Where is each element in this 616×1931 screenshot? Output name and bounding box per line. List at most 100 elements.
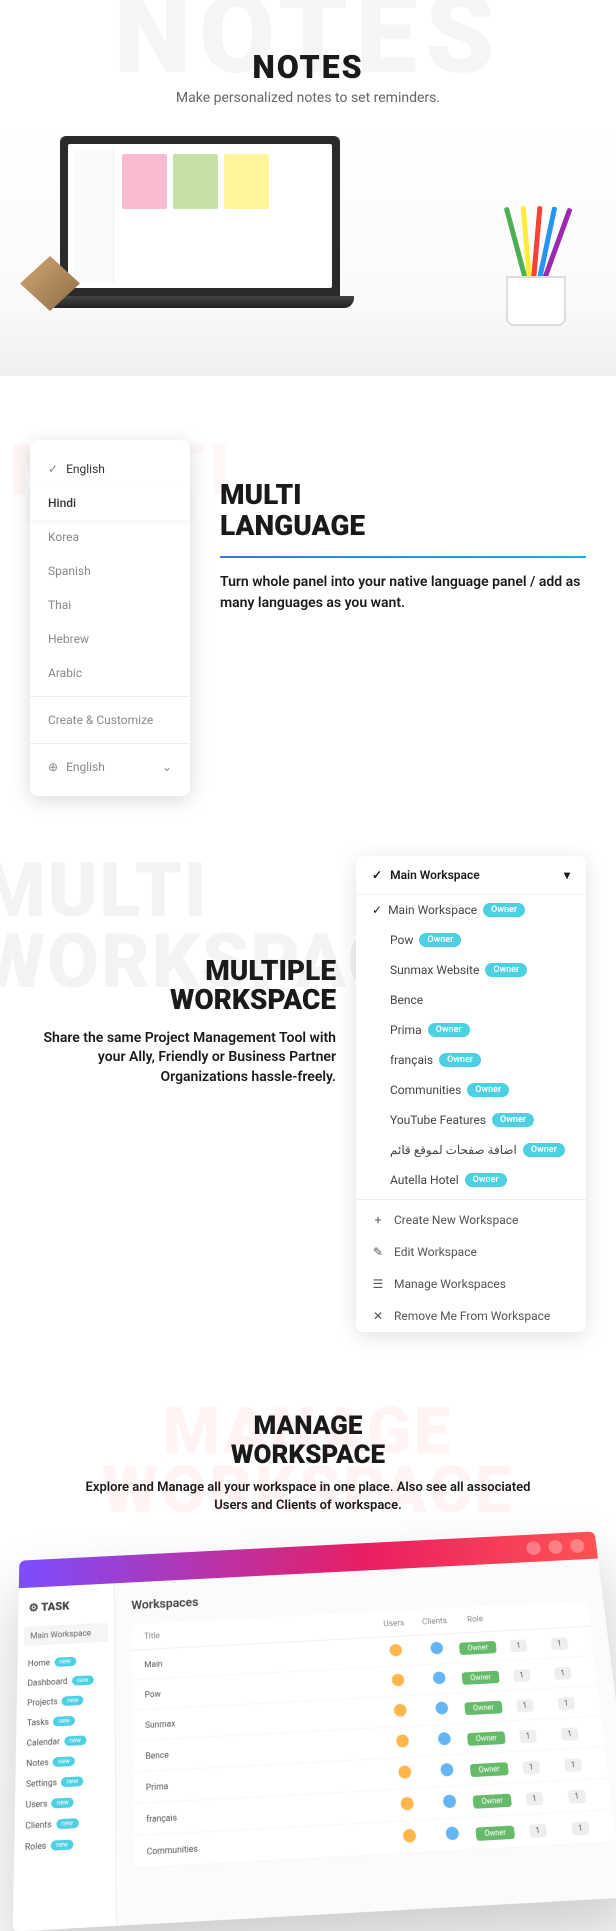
note-card: [122, 154, 167, 209]
lang-option-hindi[interactable]: Hindi: [30, 486, 190, 520]
chevron-down-icon: ▾: [564, 868, 570, 882]
menu-icon[interactable]: [570, 1538, 586, 1552]
sidebar-badge: new: [51, 1839, 74, 1850]
count-badge: 1: [551, 1636, 569, 1649]
col-users: Users: [373, 1617, 414, 1628]
workspace-dropdown[interactable]: ✓ Main Workspace ▾ ✓Main WorkspaceOwnerP…: [356, 856, 586, 1332]
lang-customize[interactable]: Create & Customize: [30, 703, 190, 737]
lang-option-spanish[interactable]: Spanish: [30, 554, 190, 588]
role-badge: Owner: [470, 1761, 509, 1776]
check-icon: ✓: [48, 462, 58, 476]
cell-title: Bence: [145, 1738, 382, 1760]
pencil-cup: [496, 206, 576, 326]
sidebar-badge: new: [64, 1735, 86, 1746]
client-icon: [430, 1641, 443, 1654]
workspace-name: Sunmax Website: [390, 963, 479, 977]
col-title: Title: [144, 1619, 374, 1640]
sidebar-workspace-select[interactable]: Main Workspace: [24, 1622, 108, 1646]
role-badge: Owner: [464, 1700, 503, 1715]
workspace-name: Bence: [390, 993, 423, 1007]
workspace-action[interactable]: ✎Edit Workspace: [356, 1236, 586, 1268]
notification-icon[interactable]: [526, 1541, 541, 1555]
owner-badge: Owner: [439, 1053, 481, 1067]
multi-lang-title: MULTILANGUAGE: [220, 480, 586, 542]
owner-badge: Owner: [485, 963, 527, 977]
laptop-scene: [0, 126, 616, 376]
cell-title: Communities: [147, 1832, 389, 1855]
workspace-action[interactable]: ☰ Manage Workspaces: [356, 1268, 586, 1300]
action-icon: +: [372, 1213, 384, 1227]
workspace-item[interactable]: Bence: [356, 985, 586, 1015]
workspace-name: Main Workspace: [388, 903, 477, 917]
cell-title: français: [146, 1800, 386, 1823]
multi-language-section: MULTI ✓English Hindi Korea Spanish Thai …: [0, 400, 616, 836]
cell-title: Prima: [146, 1769, 384, 1792]
workspace-item[interactable]: français Owner: [356, 1045, 586, 1075]
workspace-table: Title Users Clients Role MainOwner11PowO…: [132, 1600, 616, 1868]
owner-badge: Owner: [419, 933, 461, 947]
action-label: Remove Me From Workspace: [394, 1309, 550, 1323]
workspace-name: français: [390, 1053, 433, 1067]
workspace-item[interactable]: YouTube Features Owner: [356, 1105, 586, 1135]
lang-option-english[interactable]: ✓English: [30, 452, 190, 486]
user-icon: [396, 1734, 409, 1747]
count-badge: 1: [557, 1696, 575, 1709]
sidebar-badge: new: [61, 1776, 83, 1787]
role-badge: Owner: [459, 1640, 497, 1654]
chevron-down-icon: ⌄: [162, 760, 172, 774]
client-icon: [435, 1701, 449, 1714]
globe-icon: ⊕: [48, 760, 58, 774]
count-badge: 1: [519, 1729, 537, 1743]
lang-option-arabic[interactable]: Arabic: [30, 656, 190, 690]
count-badge: 1: [561, 1726, 579, 1740]
lang-current[interactable]: ⊕English⌄: [30, 750, 190, 784]
col-clients: Clients: [414, 1615, 455, 1626]
cell-title: Sunmax: [145, 1707, 380, 1729]
sidebar-label: Roles: [25, 1840, 46, 1851]
notes-subtitle: Make personalized notes to set reminders…: [0, 90, 616, 106]
sidebar-label: Settings: [26, 1777, 57, 1788]
action-icon: ✕: [372, 1309, 384, 1323]
sidebar-label: Notes: [26, 1757, 49, 1768]
client-icon: [443, 1794, 457, 1808]
owner-badge: Owner: [467, 1083, 509, 1097]
language-dropdown[interactable]: ✓English Hindi Korea Spanish Thai Hebrew…: [30, 440, 190, 796]
workspace-name: YouTube Features: [390, 1113, 486, 1127]
count-badge: 1: [529, 1823, 547, 1837]
workspace-name: اضافة صفحات لموقع قائم: [390, 1143, 517, 1157]
workspace-item[interactable]: اضافة صفحات لموقع قائمOwner: [356, 1135, 586, 1165]
sidebar-label: Home: [28, 1658, 50, 1668]
lang-option-thai[interactable]: Thai: [30, 588, 190, 622]
workspace-selected[interactable]: ✓ Main Workspace ▾: [356, 856, 586, 895]
sidebar-item[interactable]: Roles new: [20, 1832, 108, 1858]
workspace-item[interactable]: Sunmax Website Owner: [356, 955, 586, 985]
role-badge: Owner: [475, 1825, 515, 1840]
manage-ws-desc: Explore and Manage all your workspace in…: [20, 1479, 596, 1515]
manage-ws-title: MANAGEWORKSPACE: [20, 1412, 596, 1469]
avatar[interactable]: [548, 1539, 564, 1553]
client-icon: [433, 1671, 446, 1684]
workspace-action[interactable]: +Create New Workspace: [356, 1204, 586, 1236]
client-icon: [445, 1826, 459, 1840]
workspace-action[interactable]: ✕ Remove Me From Workspace: [356, 1300, 586, 1332]
workspace-item[interactable]: ✓Main WorkspaceOwner: [356, 895, 586, 925]
lang-option-hebrew[interactable]: Hebrew: [30, 622, 190, 656]
workspace-item[interactable]: Prima Owner: [356, 1015, 586, 1045]
action-icon: ☰: [372, 1277, 384, 1291]
workspace-item[interactable]: Autella HotelOwner: [356, 1165, 586, 1195]
user-icon: [398, 1765, 412, 1779]
workspace-item[interactable]: PowOwner: [356, 925, 586, 955]
lang-option-korea[interactable]: Korea: [30, 520, 190, 554]
laptop: [60, 136, 340, 316]
workspace-item[interactable]: CommunitiesOwner: [356, 1075, 586, 1105]
client-icon: [438, 1732, 452, 1745]
action-label: Manage Workspaces: [394, 1277, 506, 1291]
owner-badge: Owner: [428, 1023, 470, 1037]
owner-badge: Owner: [492, 1113, 534, 1127]
sidebar-badge: new: [53, 1756, 75, 1767]
sidebar-badge: new: [62, 1695, 84, 1706]
workspace-name: Prima: [390, 1023, 422, 1037]
user-icon: [400, 1796, 414, 1810]
role-badge: Owner: [461, 1670, 499, 1684]
sidebar-badge: new: [72, 1675, 94, 1685]
